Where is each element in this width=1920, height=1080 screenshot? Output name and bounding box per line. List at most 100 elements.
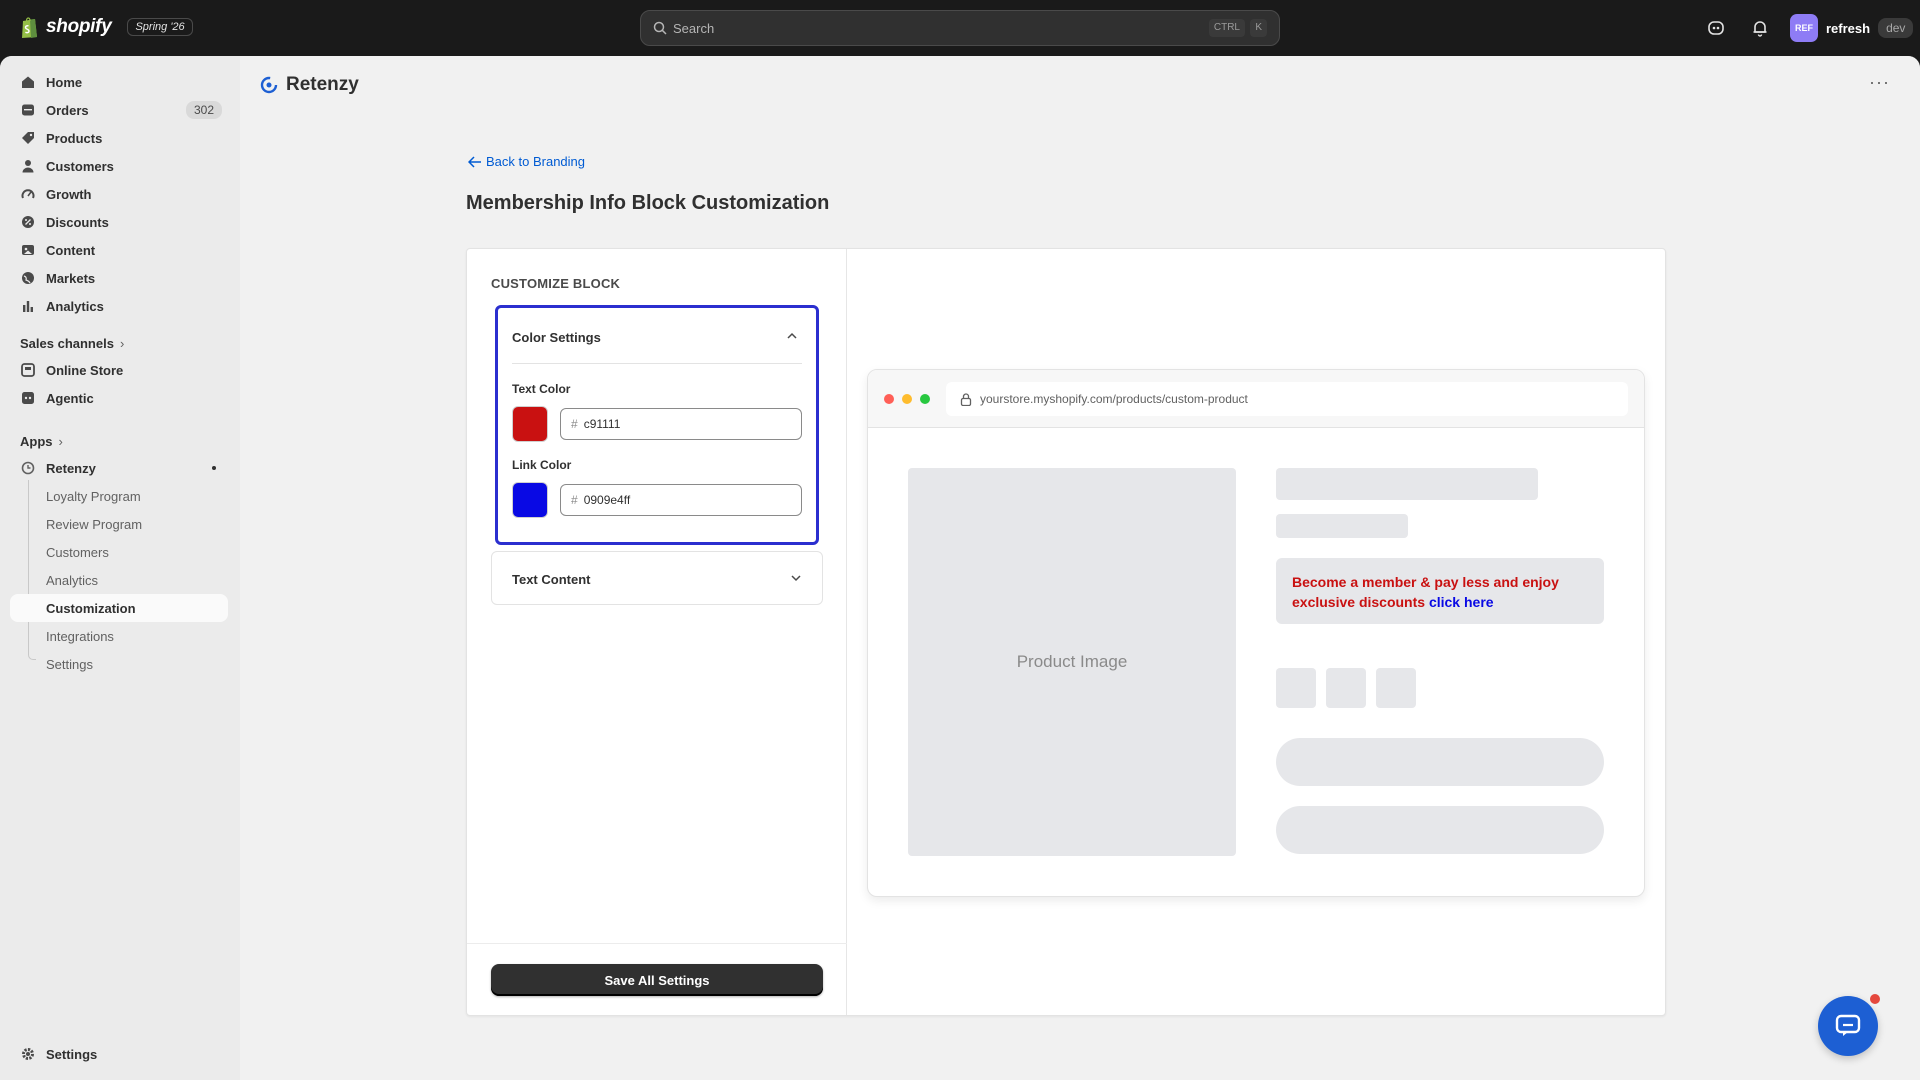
sidebar-item-label: Content [46,242,96,258]
shortcut-ctrl-key: CTRL [1208,19,1245,37]
top-bar: shopify Spring '26 Search CTRL K REF ref… [0,0,1920,56]
membership-link[interactable]: click here [1429,594,1494,610]
apps-header[interactable]: Apps › [20,434,63,449]
link-color-field[interactable]: # 0909e4ff [560,484,802,516]
sidebar-item-label: Online Store [46,362,124,378]
color-settings-accordion: Color Settings Text Color # c91111 Link … [495,305,819,545]
price-skeleton [1276,514,1408,538]
sidebar-item-content[interactable]: Content [10,236,228,264]
text-color-swatch[interactable] [512,406,548,442]
chevron-up-icon [787,332,797,339]
sidebar-item-label: Markets [46,270,96,286]
content-icon [20,242,36,258]
search-icon [653,21,667,35]
agentic-icon [20,390,36,406]
sidebar-item-markets[interactable]: Markets [10,264,228,292]
sidebar-subitem-integrations[interactable]: Integrations [10,622,228,650]
customize-block-label: CUSTOMIZE BLOCK [491,276,621,291]
notification-dot [1868,992,1882,1006]
retenzy-app-icon [20,460,36,476]
main-content: Retenzy ··· Back to Branding Membership … [240,56,1920,1080]
sidebar-item-agentic[interactable]: Agentic [10,384,228,412]
chat-button[interactable] [1818,996,1878,1056]
sidebar: Home Orders 302 Products Customers Growt… [0,56,240,1080]
user-menu[interactable]: REF refresh dev [1790,14,1914,42]
sidebar-subitem-loyalty-program[interactable]: Loyalty Program [10,482,228,510]
arrow-left-icon [468,155,481,168]
preview-browser: yourstore.myshopify.com/products/custom-… [867,369,1645,897]
sidebar-item-online-store[interactable]: Online Store [10,356,228,384]
bell-icon[interactable] [1750,18,1770,38]
page-title: Membership Info Block Customization [466,192,830,214]
variant-skeleton [1326,668,1366,708]
shortcut-k-key: K [1250,19,1267,37]
sidebar-item-orders[interactable]: Orders 302 [10,96,228,124]
home-icon [20,74,36,90]
sidebar-item-home[interactable]: Home [10,68,228,96]
link-color-label: Link Color [512,458,572,472]
save-all-settings-button[interactable]: Save All Settings [491,964,823,996]
membership-info-block: Become a member & pay less and enjoy exc… [1276,558,1604,624]
app-indicator-dot [212,466,216,470]
sidebar-item-label: Retenzy [46,460,96,476]
shopify-logo[interactable]: shopify Spring '26 [20,15,193,39]
sidebar-item-growth[interactable]: Growth [10,180,228,208]
browser-bar: yourstore.myshopify.com/products/custom-… [868,370,1644,428]
chart-icon [20,298,36,314]
membership-text: Become a member & pay less and enjoy exc… [1292,574,1559,610]
sidebar-item-label: Discounts [46,214,109,230]
product-image-placeholder: Product Image [908,468,1236,856]
brand-wordmark: shopify [46,16,112,37]
button-skeleton [1276,806,1604,854]
sidebar-item-customers[interactable]: Customers [10,152,228,180]
hash-prefix: # [571,493,578,507]
sidebar-item-label: Home [46,74,83,90]
sidebar-subitem-customers[interactable]: Customers [10,538,228,566]
sidebar-subitem-settings[interactable]: Settings [10,650,228,678]
sidebar-item-label: Products [46,130,103,146]
sidebar-item-label: Orders [46,102,89,118]
back-link[interactable]: Back to Branding [468,154,585,169]
sidebar-item-settings[interactable]: Settings [10,1040,228,1068]
app-title: Retenzy [286,74,359,95]
sales-channels-header[interactable]: Sales channels › [20,336,124,351]
lock-icon [960,392,972,406]
color-settings-title: Color Settings [512,330,601,345]
color-settings-header[interactable]: Color Settings [498,308,816,363]
minimize-dot [902,394,912,404]
search-input[interactable]: Search CTRL K [640,10,1280,46]
orders-count-badge: 302 [185,101,222,119]
sidebar-item-label: Settings [46,1046,98,1062]
search-placeholder: Search [673,21,715,36]
chat-icon [1835,1014,1861,1036]
sidebar-item-label: Growth [46,186,92,202]
preview-url: yourstore.myshopify.com/products/custom-… [980,392,1248,406]
sales-channels-label: Sales channels [20,336,114,351]
store-icon [20,362,36,378]
sidekick-icon[interactable] [1706,18,1726,38]
gauge-icon [20,186,36,202]
maximize-dot [920,394,930,404]
chevron-down-icon [791,575,801,582]
orders-icon [20,102,36,118]
sidebar-subitem-analytics[interactable]: Analytics [10,566,228,594]
sidebar-subitem-customization[interactable]: Customization [10,594,228,622]
discount-icon [20,214,36,230]
sidebar-item-retenzy[interactable]: Retenzy [10,454,228,482]
link-color-swatch[interactable] [512,482,548,518]
variant-skeleton [1276,668,1316,708]
preview-url-bar: yourstore.myshopify.com/products/custom-… [946,382,1628,416]
text-color-field[interactable]: # c91111 [560,408,802,440]
sidebar-item-discounts[interactable]: Discounts [10,208,228,236]
title-skeleton [1276,468,1538,500]
sidebar-subitem-review-program[interactable]: Review Program [10,510,228,538]
more-actions-icon[interactable]: ··· [1869,72,1890,93]
text-content-accordion[interactable]: Text Content [491,551,823,605]
divider [512,363,802,364]
tag-icon [20,130,36,146]
store-name: refresh [1826,20,1871,36]
sidebar-item-products[interactable]: Products [10,124,228,152]
sidebar-item-analytics[interactable]: Analytics [10,292,228,320]
hash-prefix: # [571,417,578,431]
shopify-bag-icon [22,17,37,38]
